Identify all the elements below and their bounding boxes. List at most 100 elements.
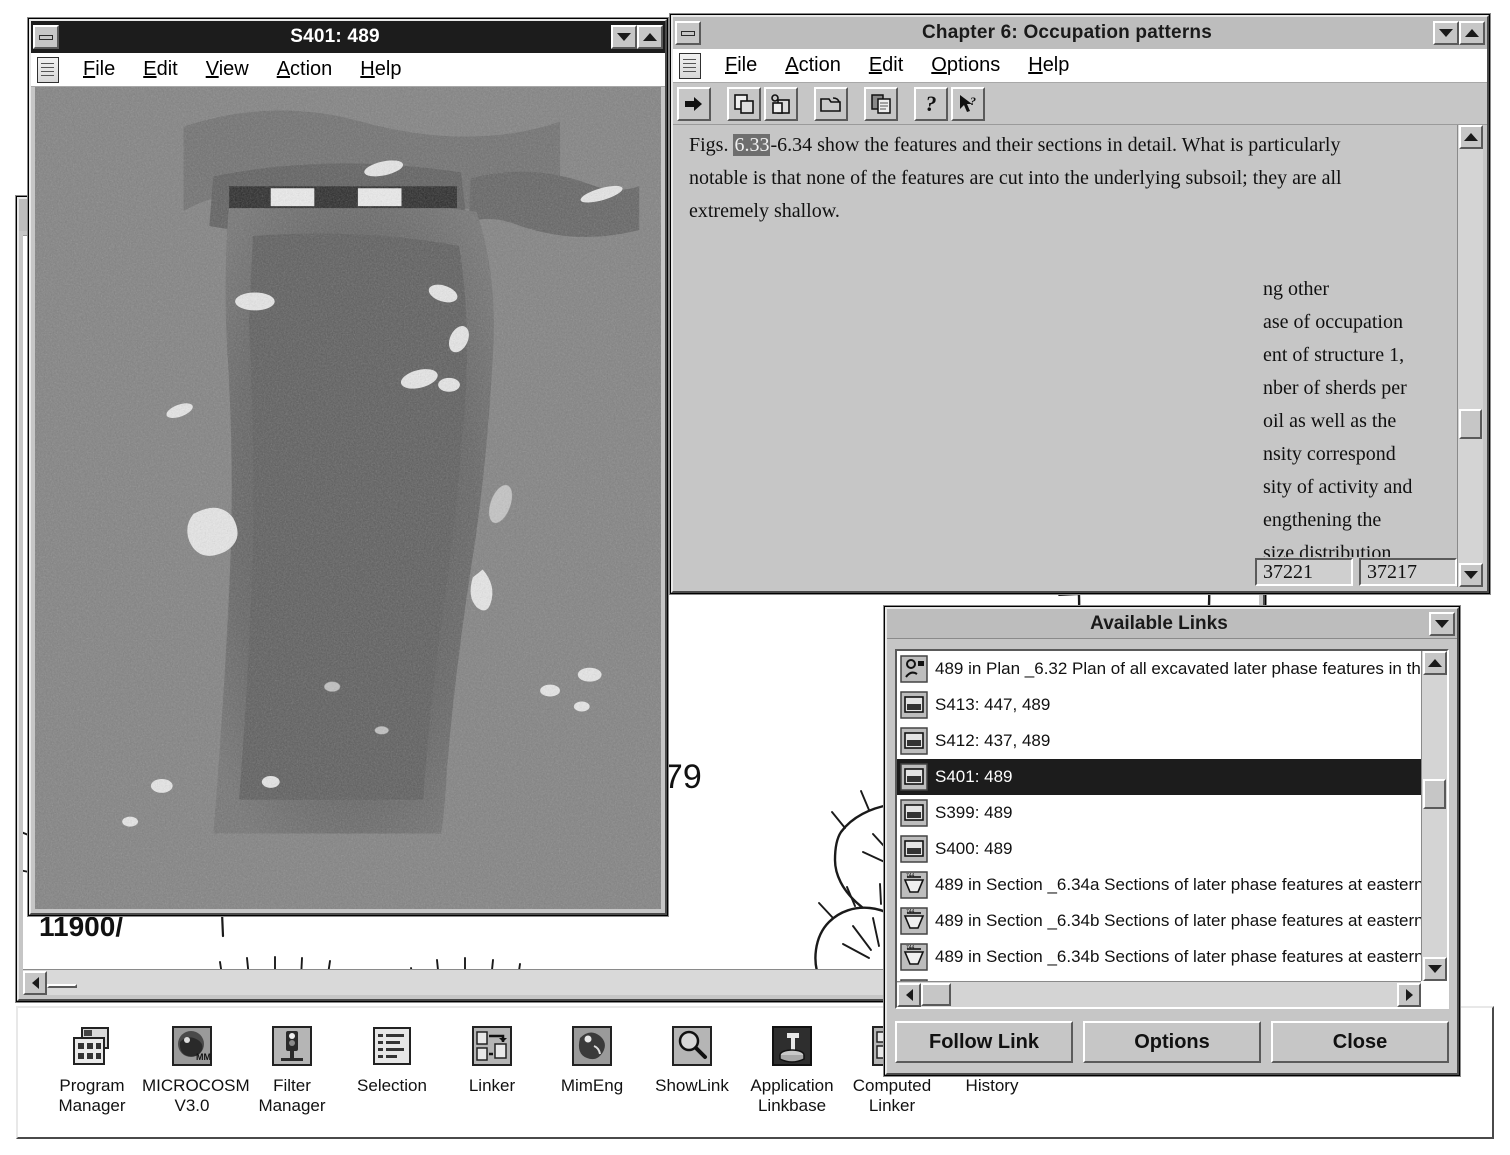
minimize-icon[interactable]: [1429, 611, 1455, 636]
links-vscrollbar[interactable]: [1421, 651, 1447, 981]
program-icon-label: Computed: [852, 1076, 932, 1095]
available-links-dialog[interactable]: Available Links 489 in Plan _6.32 Plan o…: [884, 606, 1460, 1076]
photo-menubar[interactable]: File Edit View Action Help: [31, 53, 665, 87]
chapter-text-body[interactable]: Figs. 6.33-6.34 show the features and th…: [677, 125, 1457, 557]
menu-options[interactable]: Options: [917, 54, 1014, 77]
minimize-icon[interactable]: [1433, 21, 1459, 45]
program-icon-label2: Linkbase: [757, 1095, 827, 1115]
links-dialog-titlebar[interactable]: Available Links: [887, 609, 1457, 639]
photo-window[interactable]: S401: 489 File Edit View Action Help: [28, 18, 668, 916]
make-link-icon[interactable]: [764, 86, 798, 121]
back-arrow-icon[interactable]: [677, 86, 711, 121]
program-icon-label2: Linker: [868, 1095, 916, 1115]
system-menu-icon[interactable]: [675, 21, 701, 45]
program-icon-mimeng[interactable]: MimEng: [542, 1024, 642, 1096]
menu-view[interactable]: View: [192, 58, 263, 81]
links-hscroll-thumb[interactable]: [921, 983, 951, 1006]
follow-link-button[interactable]: Follow Link: [895, 1021, 1073, 1063]
links-vscroll-thumb[interactable]: [1423, 779, 1446, 809]
menu-help[interactable]: Help: [1014, 54, 1083, 77]
chapter-toolbar[interactable]: ? ?: [673, 83, 1487, 125]
copy-link-icon[interactable]: [727, 86, 761, 121]
list-item[interactable]: 744 489 in Section _6.34b Sections of la…: [897, 903, 1421, 939]
list-item[interactable]: S400: 489: [897, 831, 1421, 867]
chapter-right-line: oil as well as the: [1263, 410, 1397, 432]
copy-pages-icon[interactable]: [864, 86, 898, 121]
plan-hscroll-thumb[interactable]: [47, 983, 77, 988]
chapter-content-pane: Figs. 6.33-6.34 show the features and th…: [677, 125, 1483, 587]
microcosm-globe-icon: MM: [172, 1026, 212, 1066]
list-item[interactable]: 489 in Plan _6.32 Plan of all excavated …: [897, 651, 1421, 687]
list-item-label: S401: 489: [935, 767, 1013, 786]
chapter-right-line: nber of sherds per: [1263, 377, 1407, 399]
list-item[interactable]: S413: 447, 489: [897, 687, 1421, 723]
program-icon-showlink[interactable]: ShowLink: [642, 1024, 742, 1096]
links-dialog-title: Available Links: [1090, 612, 1228, 634]
chapter-vscroll-thumb[interactable]: [1459, 409, 1482, 439]
photo-window-controls[interactable]: [611, 25, 663, 49]
excavation-photograph[interactable]: [35, 87, 661, 909]
list-item[interactable]: S399: 489: [897, 795, 1421, 831]
program-icon-filter-manager[interactable]: Filter Manager: [242, 1024, 342, 1115]
maximize-icon[interactable]: [1459, 21, 1485, 45]
menu-file[interactable]: File: [711, 54, 771, 77]
photo-titlebar[interactable]: S401: 489: [31, 21, 665, 53]
links-list-scrollarea[interactable]: 489 in Plan _6.32 Plan of all excavated …: [897, 651, 1421, 981]
scroll-down-icon[interactable]: [1458, 563, 1483, 587]
field-left-number[interactable]: 37221: [1255, 558, 1353, 586]
chapter-right-line: nsity correspond: [1263, 443, 1396, 465]
scroll-up-icon[interactable]: [1422, 651, 1447, 675]
traffic-light-icon: [272, 1026, 312, 1066]
menu-file[interactable]: File: [69, 58, 129, 81]
menu-edit[interactable]: Edit: [855, 54, 917, 77]
minimize-icon[interactable]: [611, 25, 637, 49]
program-icon-label: Program: [59, 1076, 125, 1095]
menu-help[interactable]: Help: [346, 58, 415, 81]
scroll-left-icon[interactable]: [897, 982, 921, 1007]
links-hscroll-track[interactable]: [921, 982, 1397, 1007]
chapter-titlebar[interactable]: Chapter 6: Occupation patterns: [673, 17, 1487, 49]
highlighted-link-6-33[interactable]: 6.33: [733, 134, 771, 156]
program-icon-program-manager[interactable]: Program Manager: [42, 1024, 142, 1115]
program-icon-linker[interactable]: Linker: [442, 1024, 542, 1096]
chapter-right-line: engthening the: [1263, 509, 1382, 531]
list-item[interactable]: 744 489 in Section _6.34b Sections of la…: [897, 939, 1421, 975]
open-folder-icon[interactable]: [814, 86, 848, 121]
links-listbox[interactable]: 489 in Plan _6.32 Plan of all excavated …: [895, 649, 1449, 1009]
program-icon-label: MICROCOSM: [142, 1076, 250, 1095]
selection-list-icon: [373, 1027, 411, 1065]
list-item-label: 489 in Plan _6.32 Plan of all excavated …: [935, 659, 1421, 678]
list-item-selected[interactable]: S401: 489: [897, 759, 1421, 795]
links-hscrollbar[interactable]: [897, 981, 1421, 1007]
svg-text:MM: MM: [196, 1052, 211, 1062]
options-button[interactable]: Options: [1083, 1021, 1261, 1063]
field-right-number[interactable]: 37217: [1359, 558, 1457, 586]
maximize-icon[interactable]: [637, 25, 663, 49]
program-icon-microcosm[interactable]: MM MICROCOSM V3.0: [142, 1024, 250, 1115]
mimeng-globe-icon: [572, 1026, 612, 1066]
list-item[interactable]: S412: 437, 489: [897, 723, 1421, 759]
help-question-icon[interactable]: ?: [914, 86, 948, 121]
list-item[interactable]: 744 489 in Section _6.34a Sections of la…: [897, 867, 1421, 903]
program-icon-selection[interactable]: Selection: [342, 1024, 442, 1096]
chapter-right-line: ase of occupation: [1263, 311, 1403, 333]
help-pointer-icon[interactable]: ?: [951, 86, 985, 121]
chapter-vscrollbar[interactable]: [1457, 125, 1483, 587]
program-icon-application-linkbase[interactable]: Application Linkbase: [742, 1024, 842, 1115]
chapter-vscroll-track[interactable]: [1458, 149, 1483, 563]
scroll-up-icon[interactable]: [1458, 125, 1483, 149]
system-menu-icon[interactable]: [33, 25, 59, 49]
chapter-window[interactable]: Chapter 6: Occupation patterns File Acti…: [670, 14, 1490, 594]
chapter-menubar[interactable]: File Action Edit Options Help: [673, 49, 1487, 83]
scroll-down-icon[interactable]: [1422, 957, 1447, 981]
menu-edit[interactable]: Edit: [129, 58, 191, 81]
scroll-left-icon[interactable]: [23, 970, 47, 995]
menu-action[interactable]: Action: [263, 58, 347, 81]
list-item-label: S399: 489: [935, 803, 1013, 822]
program-icon-label: MimEng: [560, 1076, 624, 1095]
links-vscroll-track[interactable]: [1422, 675, 1447, 957]
close-button[interactable]: Close: [1271, 1021, 1449, 1063]
scroll-right-icon[interactable]: [1397, 982, 1421, 1007]
menu-action[interactable]: Action: [771, 54, 855, 77]
chapter-window-controls[interactable]: [1433, 21, 1485, 45]
